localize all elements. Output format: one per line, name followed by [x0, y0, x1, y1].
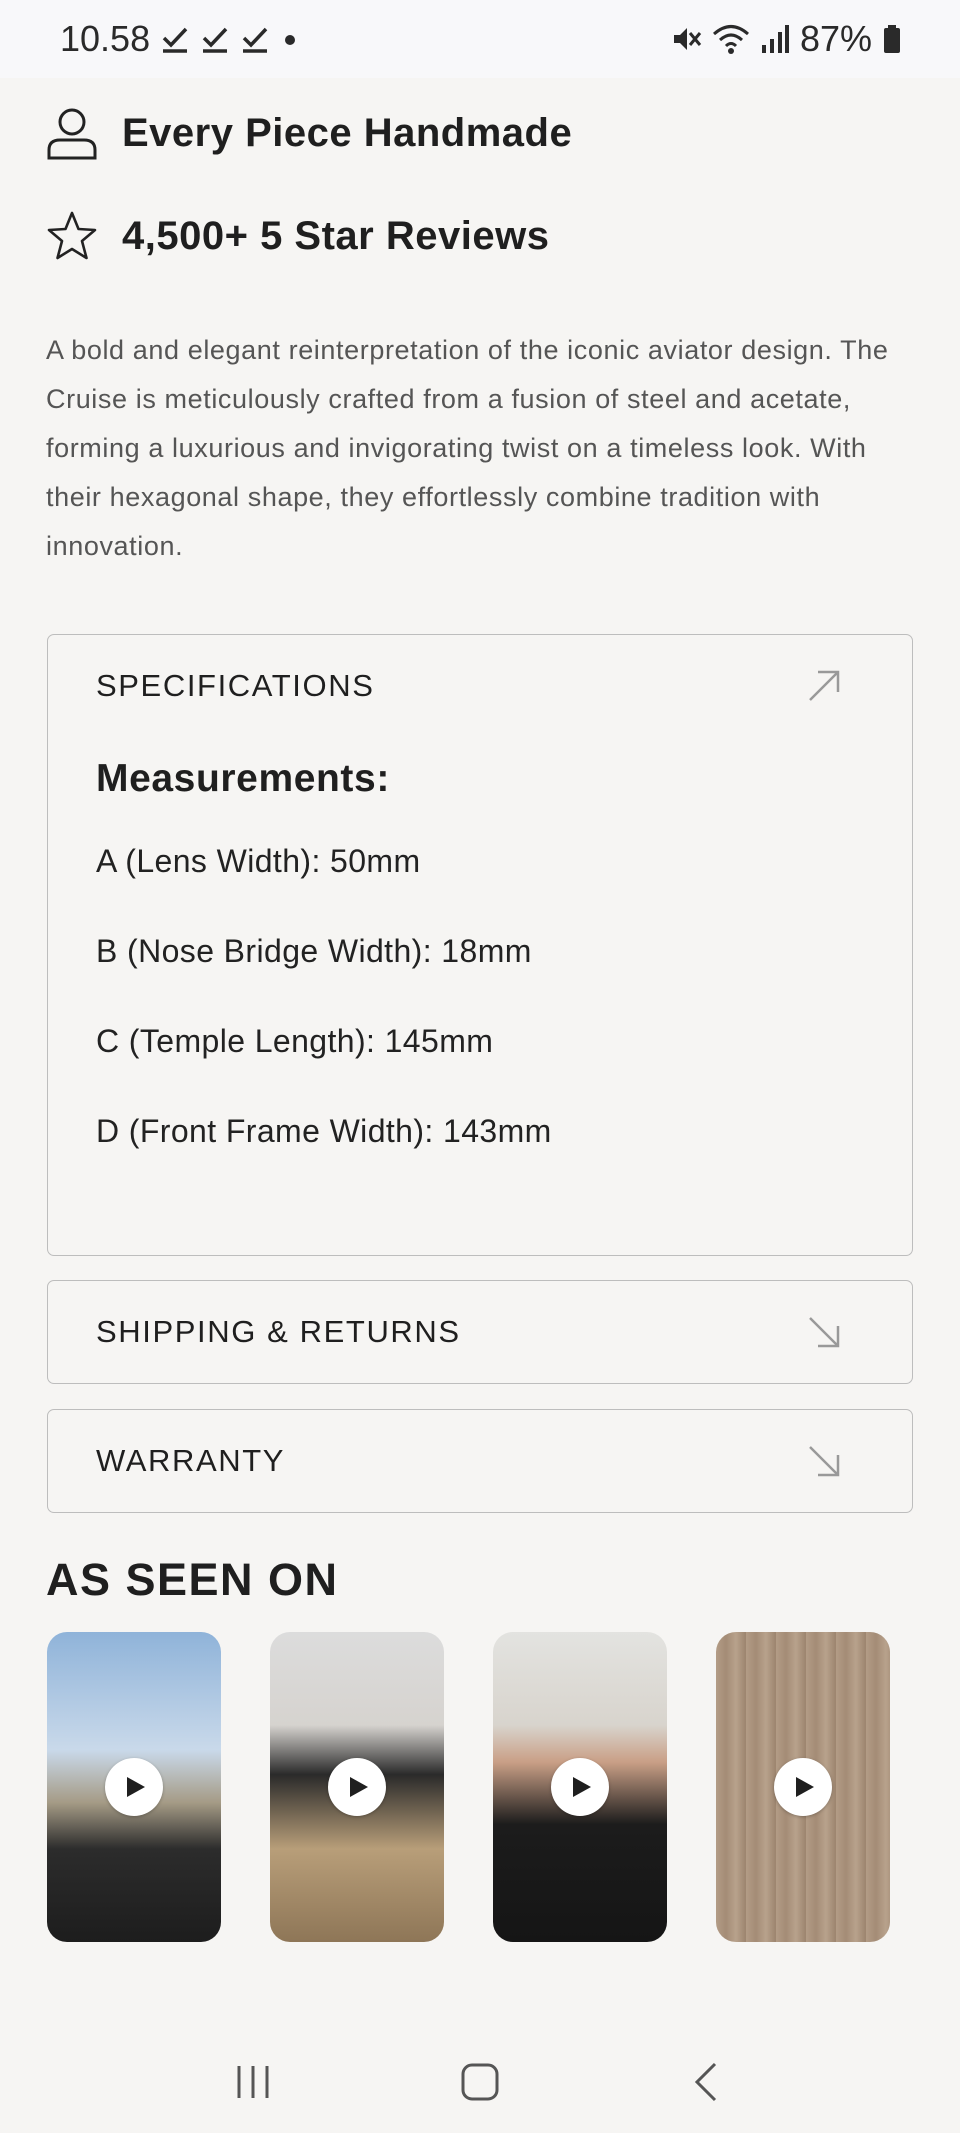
warranty-accordion[interactable]: WARRANTY: [47, 1409, 913, 1513]
specifications-body: Measurements: A (Lens Width): 50mm B (No…: [48, 757, 912, 1201]
play-button[interactable]: [328, 1758, 386, 1816]
arrow-down-right-icon[interactable]: [806, 1314, 842, 1350]
battery-icon: [884, 25, 900, 53]
check-icon: [202, 27, 228, 53]
play-icon: [127, 1777, 145, 1797]
as-seen-on-heading: AS SEEN ON: [46, 1554, 339, 1605]
measurement-item: A (Lens Width): 50mm: [96, 843, 421, 879]
play-button[interactable]: [105, 1758, 163, 1816]
product-description: A bold and elegant reinterpretation of t…: [46, 335, 889, 561]
measurement-item: B (Nose Bridge Width): 18mm: [96, 933, 532, 969]
measurements-list: A (Lens Width): 50mm B (Nose Bridge Widt…: [96, 841, 864, 1201]
system-nav-bar: [0, 2030, 960, 2133]
home-icon[interactable]: [460, 2062, 500, 2102]
video-card[interactable]: [493, 1632, 667, 1942]
arrow-up-right-icon[interactable]: [806, 668, 842, 704]
specifications-title: SPECIFICATIONS: [96, 668, 375, 703]
warranty-title: WARRANTY: [96, 1443, 286, 1478]
check-icon: [242, 27, 268, 53]
play-icon: [350, 1777, 368, 1797]
measurements-heading: Measurements:: [96, 757, 390, 800]
shipping-header[interactable]: SHIPPING & RETURNS: [48, 1281, 912, 1383]
mute-icon: [673, 28, 702, 50]
video-card[interactable]: [716, 1632, 890, 1942]
play-button[interactable]: [551, 1758, 609, 1816]
check-icon: [162, 27, 188, 53]
warranty-header[interactable]: WARRANTY: [48, 1410, 912, 1512]
video-card[interactable]: [47, 1632, 221, 1942]
shipping-title: SHIPPING & RETURNS: [96, 1314, 461, 1349]
user-icon: [47, 108, 97, 160]
measurement-item: D (Front Frame Width): 143mm: [96, 1113, 552, 1149]
feature-label: 4,500+ 5 Star Reviews: [122, 213, 550, 258]
specifications-accordion: SPECIFICATIONS Measurements: A (Lens Wid…: [47, 634, 913, 1256]
back-icon[interactable]: [687, 2062, 727, 2102]
arrow-down-right-icon[interactable]: [806, 1443, 842, 1479]
play-button[interactable]: [774, 1758, 832, 1816]
feature-reviews: 4,500+ 5 Star Reviews: [46, 210, 549, 262]
dot-icon: [285, 35, 296, 45]
measurement-item: C (Temple Length): 145mm: [96, 1023, 494, 1059]
video-card[interactable]: [270, 1632, 444, 1942]
play-icon: [573, 1777, 591, 1797]
status-bar: 10.58 87%: [0, 0, 960, 78]
specifications-header[interactable]: SPECIFICATIONS: [48, 635, 912, 737]
feature-handmade: Every Piece Handmade: [46, 106, 572, 160]
battery-percent: 87%: [799, 18, 872, 59]
video-carousel: [47, 1632, 890, 1942]
shipping-accordion[interactable]: SHIPPING & RETURNS: [47, 1280, 913, 1384]
feature-label: Every Piece Handmade: [122, 110, 573, 155]
status-time: 10.58: [60, 18, 151, 59]
play-icon: [796, 1777, 814, 1797]
wifi-icon: [712, 25, 749, 54]
signal-icon: [761, 25, 789, 53]
recents-icon[interactable]: [233, 2062, 273, 2102]
star-icon: [47, 211, 97, 260]
